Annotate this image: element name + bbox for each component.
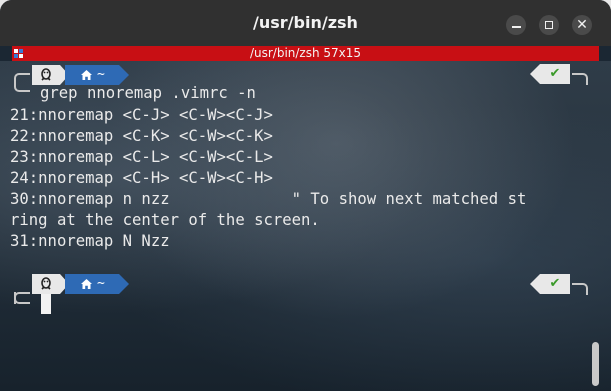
prompt-frame-bottom — [14, 292, 30, 304]
minimize-button[interactable] — [506, 15, 526, 35]
checkmark-icon: ✔ — [549, 276, 561, 291]
prompt-dir: ~ — [97, 67, 105, 82]
prompt-frame-right — [572, 73, 588, 85]
prompt-separator — [119, 274, 129, 294]
status-separator — [530, 274, 540, 294]
terminal-area[interactable]: ~ ✔ grep nnoremap .vimrc -n 21:nnoremap … — [0, 61, 611, 391]
status-separator — [530, 64, 540, 84]
tab-title: /usr/bin/zsh 57x15 — [249, 46, 362, 60]
prompt-dir-segment: ~ — [65, 65, 119, 85]
terminal-window: /usr/bin/zsh ✕ /usr/bin/zsh 57x15 ~ ✔ gr… — [0, 0, 611, 391]
linux-tux-icon — [41, 277, 51, 290]
prompt-frame-right — [572, 283, 588, 295]
prompt-frame-bottom — [14, 80, 30, 92]
prompt-os-segment — [32, 274, 60, 294]
close-button[interactable]: ✕ — [572, 15, 592, 35]
output-line: 21:nnoremap <C-J> <C-W><C-J> — [10, 106, 273, 124]
output-line: ring at the center of the screen. — [10, 211, 320, 229]
status-segment: ✔ — [540, 64, 570, 84]
prompt-dir: ~ — [97, 276, 105, 291]
home-icon — [81, 279, 92, 289]
title-bar[interactable]: /usr/bin/zsh ✕ — [0, 0, 611, 46]
output-line: 30:nnoremap n nzz " To show next matched… — [10, 190, 527, 208]
status-segment: ✔ — [540, 274, 570, 294]
text-cursor — [41, 294, 51, 314]
output-line: 31:nnoremap N Nzz — [10, 232, 170, 250]
maximize-icon — [545, 21, 553, 29]
checkmark-icon: ✔ — [549, 66, 561, 81]
prompt-dir-segment: ~ — [65, 274, 119, 294]
output-line: 23:nnoremap <C-L> <C-W><C-L> — [10, 148, 273, 166]
output-line: 22:nnoremap <C-K> <C-W><C-K> — [10, 127, 273, 145]
maximize-button[interactable] — [539, 15, 559, 35]
output-line: 24:nnoremap <C-H> <C-W><C-H> — [10, 169, 273, 187]
minimize-icon — [511, 25, 521, 28]
prompt-os-segment — [32, 65, 60, 85]
home-icon — [81, 70, 92, 80]
scrollbar-thumb[interactable] — [592, 342, 599, 386]
prompt-separator — [119, 65, 129, 85]
command-line: grep nnoremap .vimrc -n — [40, 84, 256, 102]
terminal-tab[interactable]: /usr/bin/zsh 57x15 — [12, 46, 599, 61]
linux-tux-icon — [41, 68, 51, 81]
close-icon: ✕ — [576, 17, 588, 33]
